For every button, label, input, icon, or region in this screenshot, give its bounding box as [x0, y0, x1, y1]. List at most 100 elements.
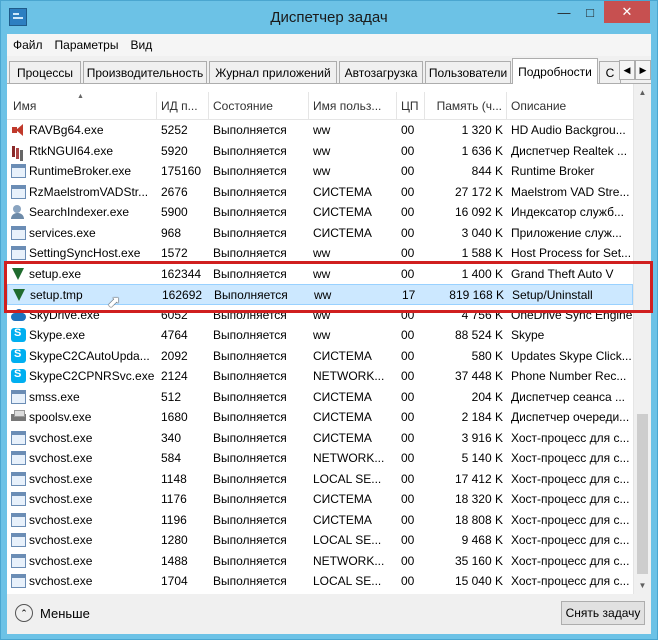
cell-pid: 2092 — [161, 348, 188, 363]
cell-pid: 1488 — [161, 553, 188, 568]
cell-pid: 1196 — [161, 512, 187, 527]
tab-strip: Процессы Производительность Журнал прило… — [7, 58, 651, 84]
cell-name: services.exe — [29, 225, 96, 240]
table-row[interactable]: RzMaelstromVADStr... 2676 Выполняется СИСТЕ… — [7, 182, 633, 203]
column-header-description[interactable]: Описание — [507, 92, 633, 120]
cell-desc: Maelstrom VAD Stre... — [511, 184, 630, 199]
title-bar[interactable]: Диспетчер задач — □ ✕ — [1, 1, 657, 34]
column-header-memory[interactable]: Память (ч... — [425, 92, 507, 120]
table-row[interactable]: svchost.exe 1196 Выполняется СИСТЕМА 00 18 80… — [7, 510, 633, 531]
menu-bar: Файл Параметры Вид — [7, 34, 651, 56]
cell-user: ww — [314, 288, 332, 302]
cell-mem: 844 K — [471, 164, 503, 178]
vertical-scrollbar[interactable]: ▲ ▼ — [633, 84, 651, 594]
table-row[interactable]: SkyDrive.exe 6052 Выполняется ww 00 4 756 K On… — [7, 305, 633, 326]
table-row[interactable]: RuntimeBroker.exe 175160 Выполняется ww 00 84… — [7, 161, 633, 182]
cell-desc: Хост-процесс для с... — [511, 574, 630, 588]
table-row[interactable]: RAVBg64.exe 5252 Выполняется ww 00 1 320 K HD … — [7, 120, 633, 141]
cell-name: SkypeC2CPNRSvc.exe — [29, 369, 155, 383]
table-row[interactable]: SkypeC2CAutoUpda... 2092 Выполняется СИСТЕМ… — [7, 346, 633, 367]
column-header-status[interactable]: Состояние — [209, 92, 309, 120]
tab-services[interactable]: С — [599, 61, 621, 83]
tab-app-history[interactable]: Журнал приложений — [209, 61, 337, 83]
table-row[interactable]: svchost.exe 1148 Выполняется LOCAL SE... 00 1… — [7, 469, 633, 490]
fewer-details-button[interactable]: ⌃ Меньше — [15, 602, 90, 624]
table-row[interactable]: svchost.exe 340 Выполняется СИСТЕМА 00 3 916 … — [7, 428, 633, 449]
close-button[interactable]: ✕ — [604, 1, 650, 23]
column-header-name[interactable]: Имя ▲ — [7, 92, 157, 120]
cell-cpu: 00 — [401, 533, 415, 547]
table-row[interactable]: svchost.exe 1176 Выполняется СИСТЕМА 00 18 32… — [7, 489, 633, 510]
menu-view[interactable]: Вид — [130, 38, 152, 52]
cell-cpu: 00 — [401, 164, 415, 178]
table-row[interactable]: svchost.exe 584 Выполняется NETWORK... 00 5 1… — [7, 448, 633, 469]
cell-cpu: 00 — [401, 307, 415, 322]
table-row[interactable]: svchost.exe 1704 Выполняется LOCAL SE... 00 1… — [7, 571, 633, 592]
cell-name: setup.exe — [29, 266, 82, 281]
table-row[interactable]: setup.tmp 162692 Выполняется ww 17 819 168 K S… — [7, 284, 633, 305]
cell-desc: Хост-процесс для с... — [511, 430, 630, 445]
cell-cpu: 00 — [401, 389, 415, 404]
maximize-button[interactable]: □ — [577, 1, 603, 23]
tab-performance[interactable]: Производительность — [83, 61, 207, 83]
cell-mem: 15 040 K — [454, 574, 503, 588]
cell-pid: 1680 — [161, 410, 188, 424]
cell-name: svchost.exe — [29, 451, 93, 465]
table-row[interactable]: services.exe 968 Выполняется СИСТЕМА 00 3 040… — [7, 223, 633, 244]
tab-scroll-left-icon[interactable]: ◀ — [619, 60, 635, 80]
scrollbar-thumb[interactable] — [637, 414, 648, 574]
column-header-user[interactable]: Имя польз... — [309, 92, 397, 120]
menu-file[interactable]: Файл — [13, 38, 43, 52]
tab-processes[interactable]: Процессы — [9, 61, 81, 83]
cell-user: СИСТЕМА — [313, 225, 372, 240]
cell-name: svchost.exe — [29, 492, 93, 506]
cell-desc: Диспетчер сеанса ... — [511, 389, 626, 404]
table-row[interactable]: Skype.exe 4764 Выполняется ww 00 88 524 K Skyp… — [7, 325, 633, 346]
cell-cpu: 00 — [401, 512, 415, 527]
table-row[interactable]: SettingSyncHost.exe 1572 Выполняется ww 00 1 … — [7, 243, 633, 264]
cell-status: Выполняется — [213, 328, 287, 342]
cell-status: Выполняется — [213, 389, 287, 404]
menu-options[interactable]: Параметры — [55, 38, 119, 52]
cell-cpu: 00 — [401, 123, 415, 137]
cell-user: СИСТЕМА — [313, 348, 372, 363]
cell-desc: OneDrive Sync Engine — [511, 307, 633, 322]
cell-user: NETWORK... — [313, 553, 385, 568]
fewer-details-label: Меньше — [40, 605, 90, 621]
cell-status: Выполняется — [213, 369, 287, 383]
cell-desc: Phone Number Rec... — [511, 369, 627, 383]
tab-startup[interactable]: Автозагрузка — [339, 61, 423, 83]
table-row[interactable]: SkypeC2CPNRSvc.exe 2124 Выполняется NETWORK… — [7, 366, 633, 387]
cell-mem: 27 172 K — [454, 184, 503, 199]
cell-user: NETWORK... — [313, 451, 385, 465]
cell-status: Выполняется — [213, 512, 287, 527]
minimize-button[interactable]: — — [551, 1, 577, 23]
cell-desc: Skype — [511, 328, 545, 342]
table-row[interactable]: RtkNGUI64.exe 5920 Выполняется ww 00 1 636 K Д… — [7, 141, 633, 162]
cell-mem: 3 916 K — [461, 430, 503, 445]
cell-user: ww — [313, 246, 331, 260]
end-task-button[interactable]: Снять задачу — [561, 601, 645, 625]
table-row[interactable]: SearchIndexer.exe 5900 Выполняется СИСТЕМА 0… — [7, 202, 633, 223]
table-row[interactable]: setup.exe 162344 Выполняется ww 00 1 400 K Gra… — [7, 264, 633, 285]
column-header-cpu[interactable]: ЦП — [397, 92, 425, 120]
cell-pid: 1148 — [161, 471, 187, 486]
tab-scroll-right-icon[interactable]: ▶ — [635, 60, 651, 80]
scroll-down-icon[interactable]: ▼ — [634, 577, 651, 594]
scroll-up-icon[interactable]: ▲ — [634, 84, 651, 101]
cell-desc: Хост-процесс для с... — [511, 471, 630, 486]
table-row[interactable]: spoolsv.exe 1680 Выполняется СИСТЕМА 00 2 184… — [7, 407, 633, 428]
tab-details[interactable]: Подробности — [512, 58, 598, 84]
cell-name: SettingSyncHost.exe — [29, 246, 141, 260]
cell-pid: 512 — [161, 389, 182, 404]
table-row[interactable]: smss.exe 512 Выполняется СИСТЕМА 00 204 K Дисп… — [7, 387, 633, 408]
tab-users[interactable]: Пользователи — [425, 61, 511, 83]
cell-mem: 18 320 K — [454, 492, 503, 506]
cell-status: Выполняется — [213, 430, 287, 445]
column-header-pid[interactable]: ИД п... — [157, 92, 209, 120]
client-area: Файл Параметры Вид Процессы Производител… — [7, 34, 651, 634]
cell-cpu: 00 — [401, 184, 415, 199]
cell-status: Выполняется — [213, 451, 287, 465]
table-row[interactable]: svchost.exe 1280 Выполняется LOCAL SE... 00 9… — [7, 530, 633, 551]
table-row[interactable]: svchost.exe 1488 Выполняется NETWORK... 00 35… — [7, 551, 633, 572]
